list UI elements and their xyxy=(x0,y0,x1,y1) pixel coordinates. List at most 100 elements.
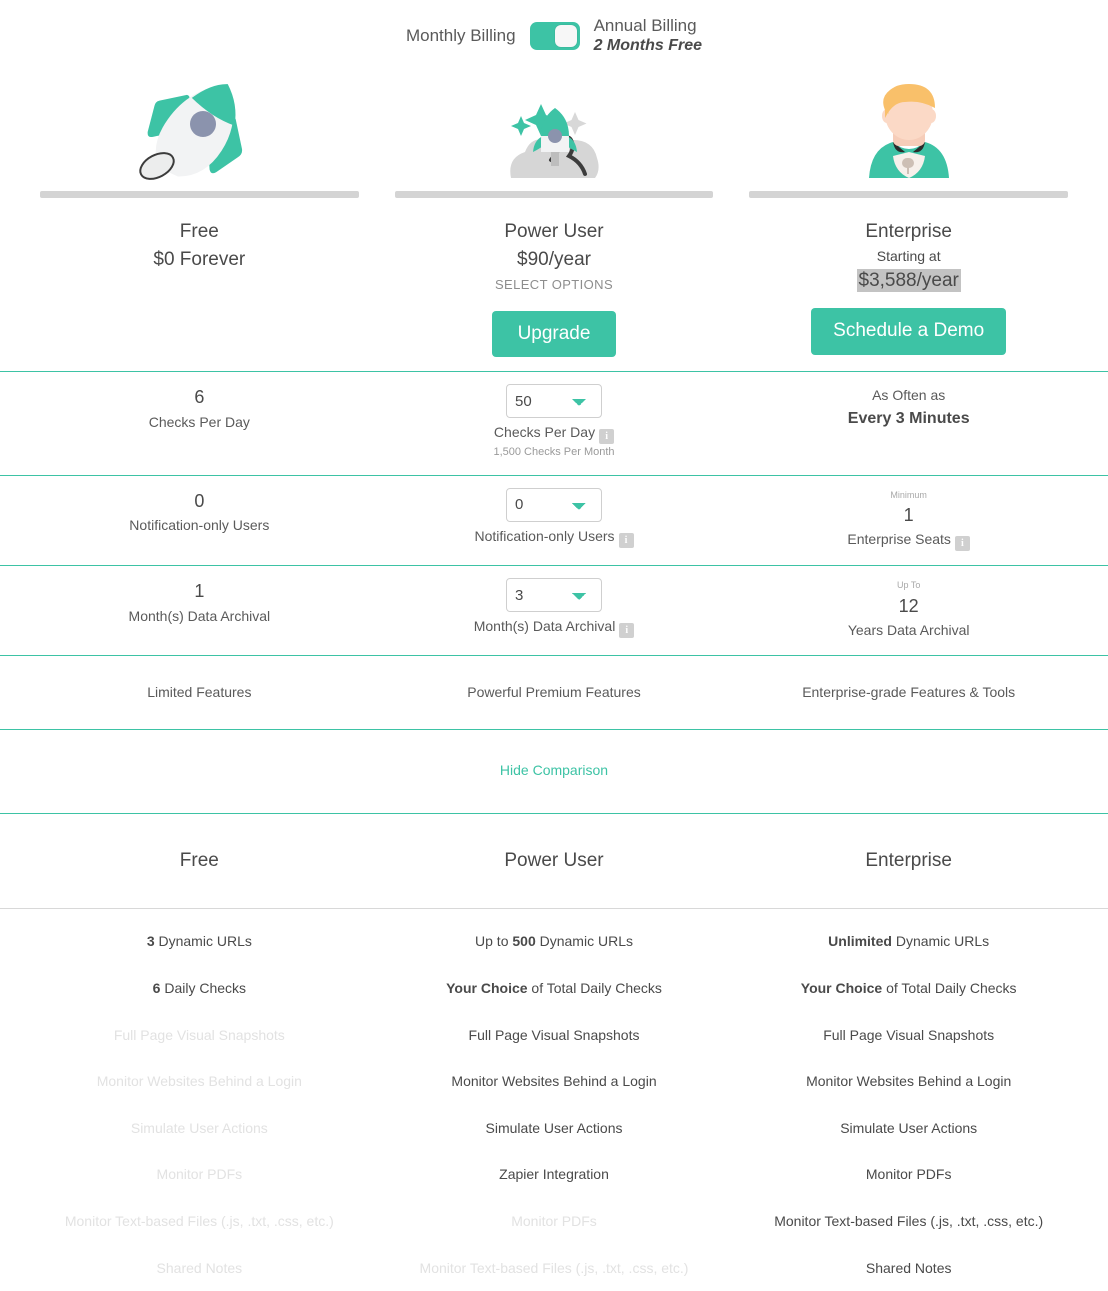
spec-label: Notification-only Users xyxy=(129,517,270,534)
comparison-row: Monitor PDFs Zapier Integration Monitor PD… xyxy=(22,1152,1086,1199)
spec-label: Checks Per Day i xyxy=(383,421,726,445)
spec-value: 0 xyxy=(194,490,205,511)
comparison-row: Monitor Text-based Files (.js, .txt, .cs… xyxy=(22,1199,1086,1246)
comparison-cell-enterprise: Monitor Text-based Files (.js, .txt, .cs… xyxy=(774,1212,1044,1229)
comparison-header-row: Free Power User Enterprise xyxy=(0,814,1108,910)
spec-prefix: Up To xyxy=(897,580,921,591)
plan-price-prefix: Starting at xyxy=(876,247,941,264)
hide-comparison-row: Hide Comparison xyxy=(0,730,1108,815)
comparison-cell-enterprise: Monitor Websites Behind a Login xyxy=(806,1073,1012,1090)
comparison-cell-power: Monitor PDFs xyxy=(511,1212,597,1229)
spec-cell-free: 6 Checks Per Day xyxy=(22,372,377,475)
summary-enterprise: Enterprise-grade Features & Tools xyxy=(802,684,1016,701)
plan-card-free: Free $0 Forever xyxy=(22,66,377,371)
notification-users-select[interactable]: 012510 xyxy=(506,487,602,522)
info-icon[interactable]: i xyxy=(599,429,615,445)
spec-cell-power: 012510 Notification-only Usersi xyxy=(377,476,732,565)
spec-label: Notification-only Users i xyxy=(383,525,726,548)
info-icon[interactable]: i xyxy=(619,623,635,639)
comparison-cell-enterprise: Shared Notes xyxy=(865,1259,952,1276)
annual-billing-sublabel: 2 Months Free xyxy=(593,37,703,55)
plan-cards: Free $0 Forever Power User $90/year SELE… xyxy=(0,66,1108,371)
rocket-icon xyxy=(22,66,377,191)
schedule-demo-button[interactable]: Schedule a Demo xyxy=(811,308,1007,355)
comparison-cell-power: Simulate User Actions xyxy=(485,1119,623,1136)
plan-card-enterprise: Enterprise Starting at $3,588/year Sched… xyxy=(731,66,1086,371)
plan-name: Free xyxy=(179,221,219,242)
spec-cell-power: 361224 Month(s) Data Archivali xyxy=(377,566,732,655)
spec-cell-enterprise: Up To 12 Years Data Archival xyxy=(731,566,1086,655)
plan-price: $0 Forever xyxy=(153,248,246,270)
comparison-row: 6 Daily Checks Your Choice of Total Daily… xyxy=(22,966,1086,1013)
spec-row-notification-users: 0 Notification-only Users 012510 Notific… xyxy=(0,476,1108,567)
cta-slot: Schedule a Demo xyxy=(731,294,1086,369)
comparison-header-enterprise: Enterprise xyxy=(865,850,952,872)
card-accent-bar xyxy=(394,191,714,198)
comparison-cell-free: Monitor PDFs xyxy=(156,1166,243,1183)
plan-price: $90/year xyxy=(517,248,591,270)
spec-prefix: Minimum xyxy=(890,489,927,500)
spec-value: Every 3 Minutes xyxy=(847,409,970,427)
superhero-avatar-icon xyxy=(731,66,1086,191)
rocket-launch-icon xyxy=(377,66,732,191)
spec-prefix: As Often as xyxy=(872,387,946,404)
comparison-row: 3 Dynamic URLs Up to 500 Dynamic URLs Unli… xyxy=(22,919,1086,966)
plan-price: $3,588/year xyxy=(731,267,1086,295)
comparison-header-power: Power User xyxy=(504,850,604,872)
spec-cell-power: 501002505001,000 Checks Per Dayi 1,500 C… xyxy=(377,372,732,475)
checks-per-day-select[interactable]: 501002505001,000 xyxy=(506,384,602,419)
plan-name: Enterprise xyxy=(865,221,952,242)
hide-comparison-link[interactable]: Hide Comparison xyxy=(500,762,608,778)
spec-label-text: Month(s) Data Archival xyxy=(473,618,616,635)
comparison-cell-free: Shared Notes xyxy=(156,1259,243,1276)
info-icon[interactable]: i xyxy=(954,536,970,552)
cta-spacer xyxy=(22,273,377,348)
select-options-note: SELECT OPTIONS xyxy=(494,277,614,293)
comparison-cell-power: Zapier Integration xyxy=(499,1166,609,1183)
comparison-cell-power: Monitor Text-based Files (.js, .txt, .cs… xyxy=(419,1259,689,1276)
spec-value: 1 xyxy=(194,581,205,602)
billing-toggle-bar: Monthly Billing Annual Billing 2 Months … xyxy=(0,0,1108,66)
features-summary-row: Limited Features Powerful Premium Featur… xyxy=(0,656,1108,731)
plan-name: Power User xyxy=(504,221,604,242)
spec-label-text: Notification-only Users xyxy=(474,527,615,544)
spec-label-text: Enterprise Seats xyxy=(847,531,951,548)
annual-billing-label: Annual Billing xyxy=(593,15,697,35)
comparison-cell-free: Simulate User Actions xyxy=(130,1119,268,1136)
spec-label-text: Checks Per Day xyxy=(493,424,596,441)
comparison-cell-power: Monitor Websites Behind a Login xyxy=(451,1073,657,1090)
spec-label: Checks Per Day xyxy=(148,413,250,430)
comparison-cell-power: Your Choice of Total Daily Checks xyxy=(446,979,662,996)
spec-cell-free: 0 Notification-only Users xyxy=(22,476,377,565)
billing-period-toggle[interactable] xyxy=(529,22,580,50)
upgrade-button[interactable]: Upgrade xyxy=(491,310,617,358)
spec-cell-free: 1 Month(s) Data Archival xyxy=(22,566,377,655)
spec-label: Month(s) Data Archival xyxy=(128,607,271,624)
annual-billing-block: Annual Billing 2 Months Free xyxy=(594,16,702,56)
card-accent-bar xyxy=(40,191,359,198)
spec-value: 12 xyxy=(898,595,919,616)
monthly-billing-label: Monthly Billing xyxy=(405,25,516,45)
spec-row-data-archival: 1 Month(s) Data Archival 361224 Month(s)… xyxy=(0,566,1108,657)
spec-cell-enterprise: As Often as Every 3 Minutes xyxy=(731,372,1086,475)
comparison-cell-enterprise: Your Choice of Total Daily Checks xyxy=(800,979,1017,996)
info-icon[interactable]: i xyxy=(618,532,634,548)
comparison-cell-power: Up to 500 Dynamic URLs xyxy=(475,933,633,950)
comparison-cell-power: Full Page Visual Snapshots xyxy=(468,1026,640,1043)
toggle-knob xyxy=(554,25,577,47)
comparison-cell-free: Monitor Text-based Files (.js, .txt, .cs… xyxy=(64,1212,334,1229)
spec-row-checks-per-day: 6 Checks Per Day 501002505001,000 Checks… xyxy=(0,371,1108,476)
spec-note: 1,500 Checks Per Month xyxy=(493,446,615,459)
comparison-cell-enterprise: Unlimited Dynamic URLs xyxy=(828,933,990,950)
comparison-row: Monitor Websites Behind a Login Monitor W… xyxy=(22,1059,1086,1106)
cta-slot: Upgrade xyxy=(377,296,732,371)
comparison-cell-enterprise: Simulate User Actions xyxy=(840,1119,978,1136)
spec-value: 6 xyxy=(194,387,205,408)
summary-power: Powerful Premium Features xyxy=(467,684,641,701)
spec-cell-enterprise: Minimum 1 Enterprise Seats i xyxy=(731,476,1086,565)
spec-value: 1 xyxy=(903,505,914,526)
comparison-cell-free: 6 Daily Checks xyxy=(152,979,247,996)
pricing-page: Monthly Billing Annual Billing 2 Months … xyxy=(0,0,1108,1291)
comparison-cell-free: 3 Dynamic URLs xyxy=(146,933,252,950)
data-archival-select[interactable]: 361224 xyxy=(506,578,602,613)
